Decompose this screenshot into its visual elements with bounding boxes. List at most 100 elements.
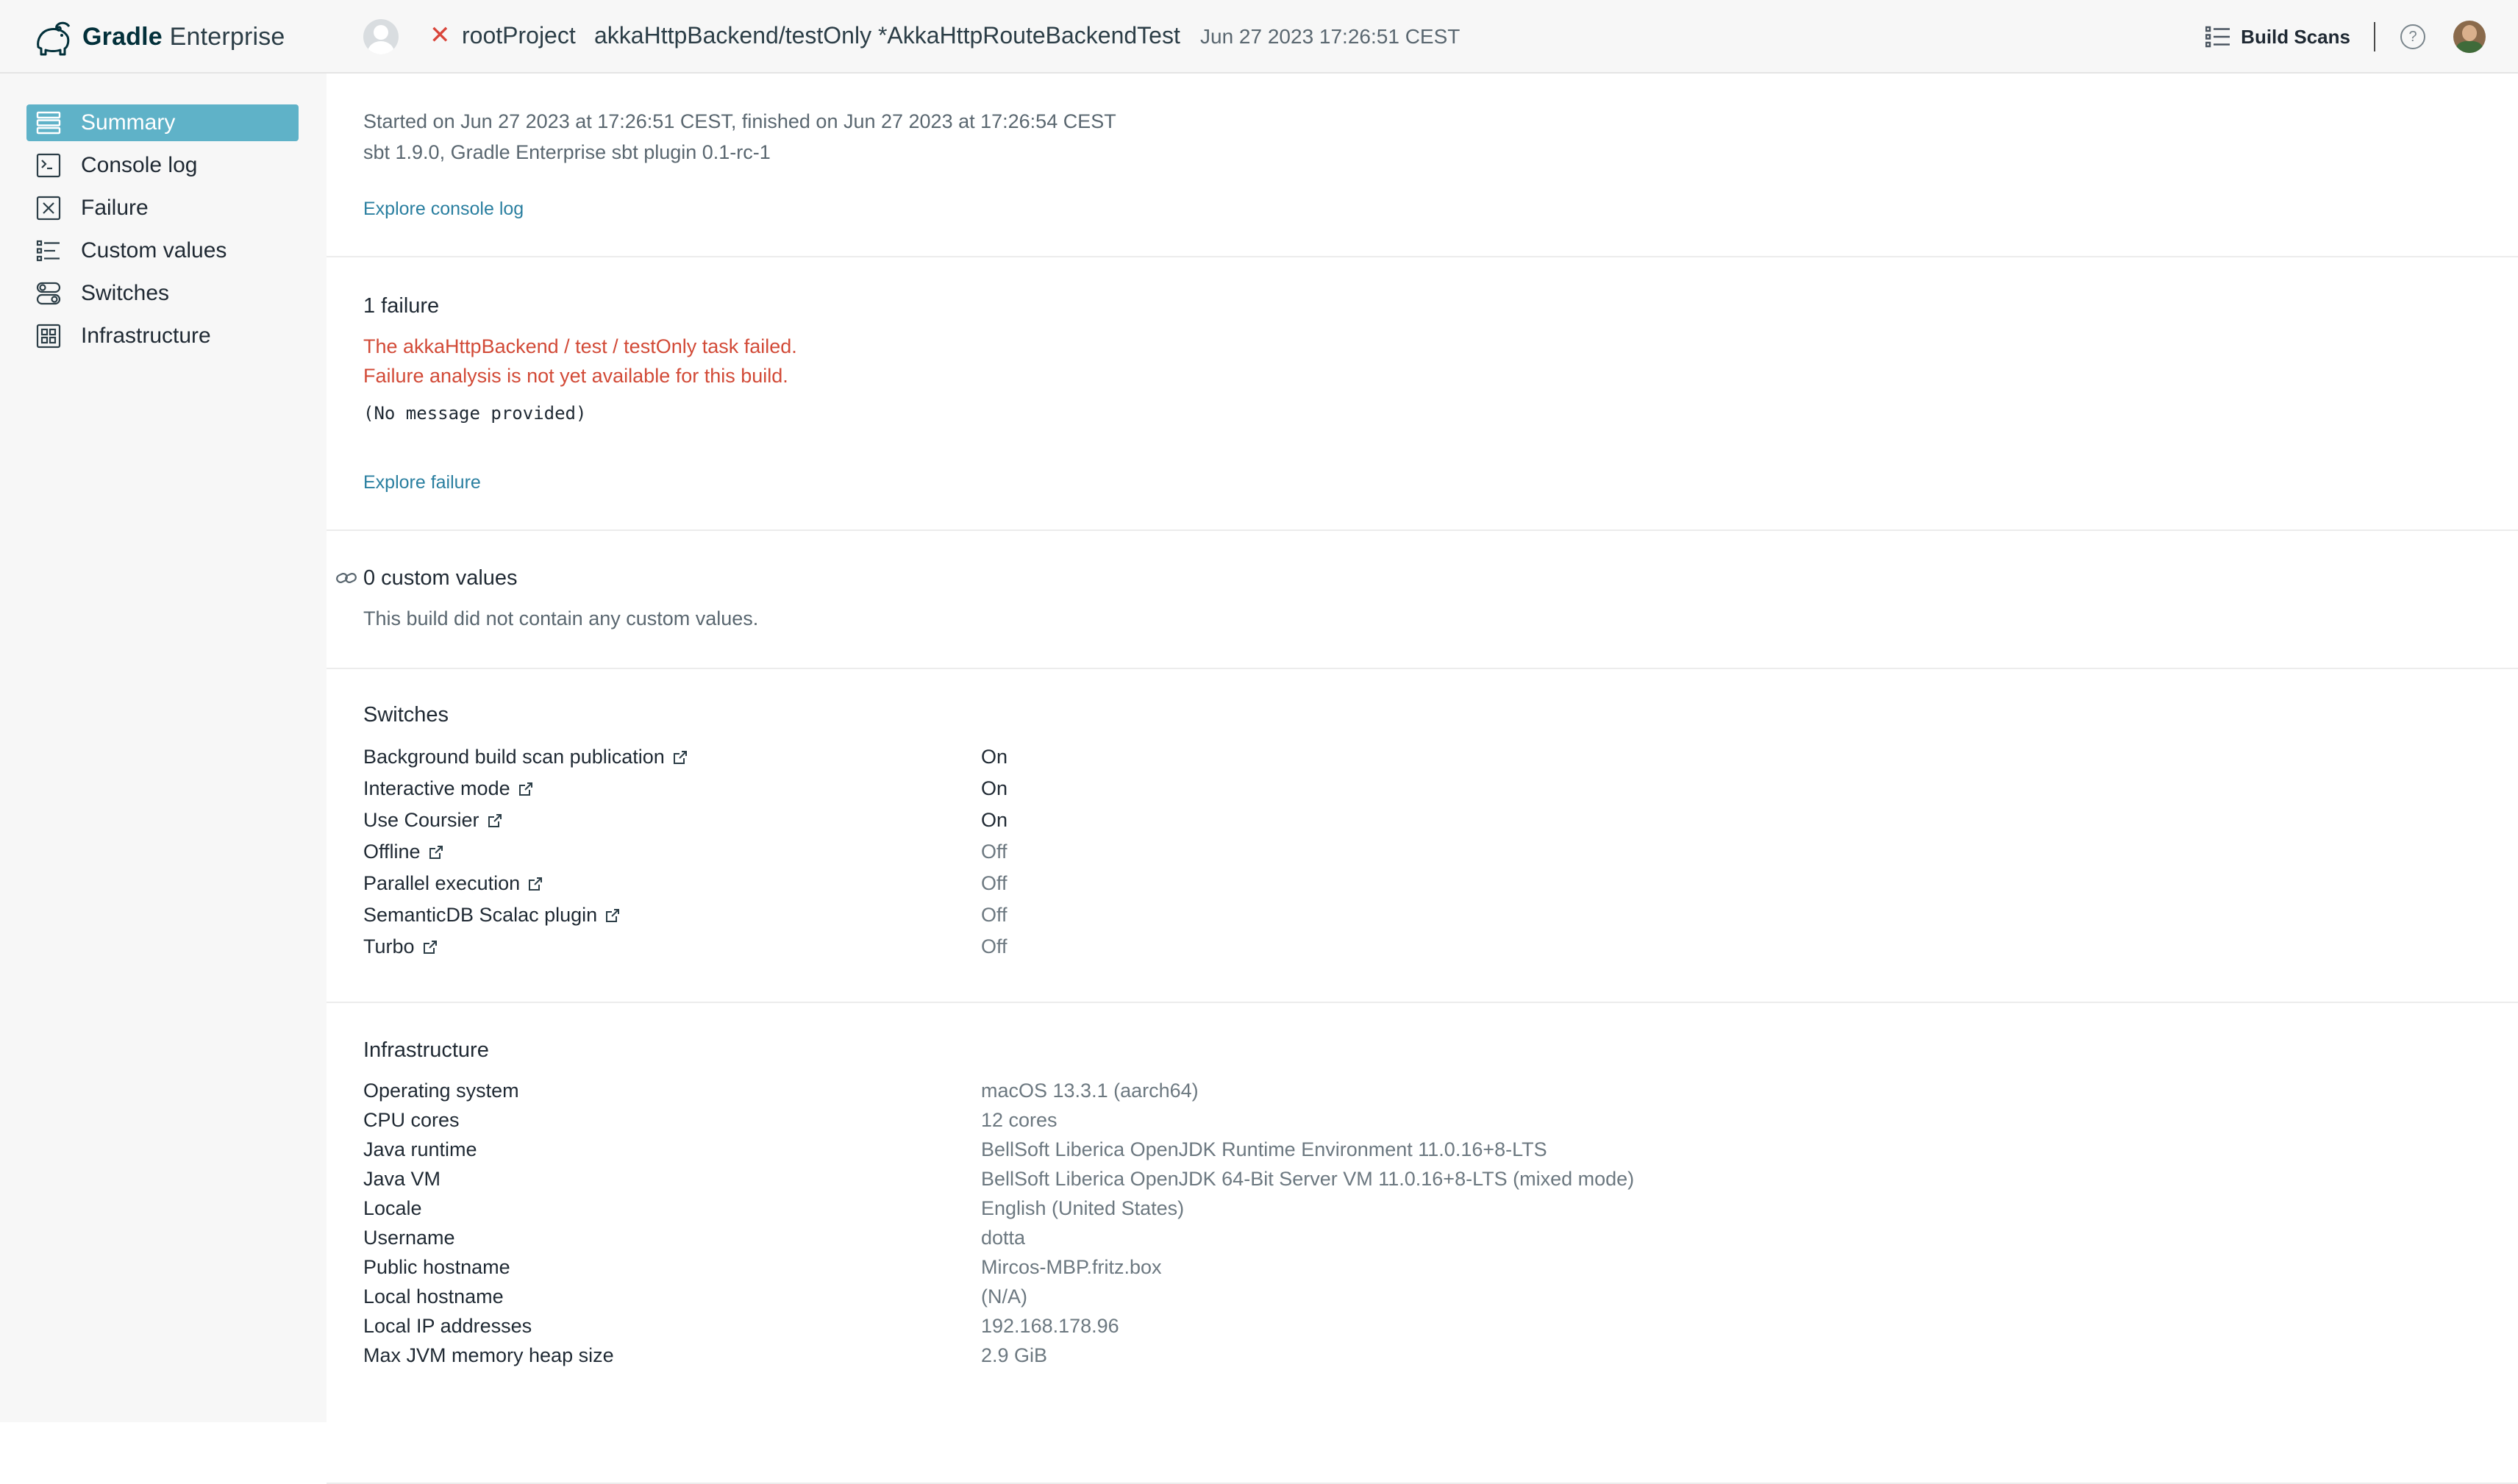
infrastructure-row: Operating system macOS 13.3.1 (aarch64) <box>363 1080 2496 1110</box>
switch-name[interactable]: Offline <box>363 841 444 863</box>
gradle-logo[interactable]: Gradle Enterprise <box>32 15 285 59</box>
elephant-logo-icon <box>37 21 71 56</box>
infrastructure-value: 192.168.178.96 <box>981 1315 1119 1337</box>
switch-value: Off <box>981 872 1007 894</box>
external-link-icon[interactable] <box>428 844 444 860</box>
logo-bold: Gradle <box>82 22 163 51</box>
infrastructure-value: (N/A) <box>981 1285 1027 1308</box>
infrastructure-value: BellSoft Liberica OpenJDK 64-Bit Server … <box>981 1168 1635 1190</box>
switch-row: Parallel execution Off <box>363 872 2496 903</box>
infrastructure-title: Infrastructure <box>363 1038 489 1062</box>
switch-row: Background build scan publication On <box>363 746 2496 777</box>
switch-value: On <box>981 746 1008 768</box>
custom-values-title: 0 custom values <box>363 566 518 590</box>
infrastructure-row: Max JVM memory heap size 2.9 GiB <box>363 1344 2496 1375</box>
external-link-icon[interactable] <box>487 813 503 829</box>
header-divider <box>2374 22 2375 51</box>
sidebar-item-label: Custom values <box>81 238 227 263</box>
external-link-icon[interactable] <box>604 907 621 924</box>
switch-name[interactable]: Background build scan publication <box>363 746 688 768</box>
list-icon <box>2205 26 2230 48</box>
infrastructure-value: dotta <box>981 1227 1026 1249</box>
switch-value: On <box>981 777 1008 799</box>
explore-failure-link[interactable]: Explore failure <box>363 472 481 493</box>
external-link-icon[interactable] <box>518 781 534 797</box>
build-scans-label: Build Scans <box>2241 25 2350 48</box>
infrastructure-key: Operating system <box>363 1080 519 1102</box>
switch-value: Off <box>981 904 1007 926</box>
sidebar-item-infrastructure[interactable]: Infrastructure <box>26 318 299 354</box>
switch-row: SemanticDB Scalac plugin Off <box>363 904 2496 935</box>
infrastructure-row: Java VM BellSoft Liberica OpenJDK 64-Bit … <box>363 1168 2496 1199</box>
switch-value: Off <box>981 935 1007 957</box>
logo-light: Enterprise <box>169 22 285 51</box>
switch-row: Use Coursier On <box>363 809 2496 840</box>
sidebar-item-label: Summary <box>81 110 176 135</box>
user-avatar[interactable] <box>2453 21 2486 53</box>
infrastructure-value: macOS 13.3.1 (aarch64) <box>981 1080 1199 1102</box>
switch-name[interactable]: Use Coursier <box>363 809 503 832</box>
project-avatar <box>363 19 399 54</box>
build-scans-link[interactable]: Build Scans <box>2205 26 2350 49</box>
anchor-link-icon[interactable] <box>335 571 357 585</box>
switch-label: SemanticDB Scalac plugin <box>363 904 598 926</box>
infrastructure-row: Local IP addresses 192.168.178.96 <box>363 1315 2496 1346</box>
infrastructure-key: CPU cores <box>363 1109 460 1131</box>
switch-name[interactable]: Parallel execution <box>363 872 543 895</box>
infrastructure-value: BellSoft Liberica OpenJDK Runtime Enviro… <box>981 1138 1547 1160</box>
custom-values-empty-text: This build did not contain any custom va… <box>363 607 759 629</box>
switch-label: Offline <box>363 841 421 863</box>
switches-section: Switches Background build scan publicati… <box>327 669 2518 1003</box>
project-name: rootProject <box>462 22 576 49</box>
build-timing: Started on Jun 27 2023 at 17:26:51 CEST,… <box>363 110 1116 132</box>
switch-row: Offline Off <box>363 841 2496 871</box>
switch-name[interactable]: Interactive mode <box>363 777 534 800</box>
switches-icon <box>35 280 62 307</box>
failure-title: 1 failure <box>363 294 440 318</box>
switches-title: Switches <box>363 703 449 727</box>
failure-message-line2: Failure analysis is not yet available fo… <box>363 365 788 387</box>
failure-icon <box>35 195 62 221</box>
switch-value: On <box>981 809 1008 831</box>
infrastructure-key: Local hostname <box>363 1285 504 1308</box>
infrastructure-key: Max JVM memory heap size <box>363 1344 614 1366</box>
help-icon[interactable]: ? <box>2400 24 2425 49</box>
custom-values-section: 0 custom values This build did not conta… <box>327 531 2518 669</box>
console-icon <box>35 152 62 179</box>
build-date: Jun 27 2023 17:26:51 CEST <box>1200 25 1460 48</box>
external-link-icon[interactable] <box>672 749 688 766</box>
infrastructure-key: Java runtime <box>363 1138 477 1160</box>
failure-detail: (No message provided) <box>363 403 587 424</box>
explore-console-log-link[interactable]: Explore console log <box>363 199 524 220</box>
failure-message-line1: The akkaHttpBackend / test / testOnly ta… <box>363 335 797 357</box>
sidebar-item-summary[interactable]: Summary <box>26 104 299 141</box>
switch-row: Interactive mode On <box>363 777 2496 808</box>
build-failed-x-icon: ✕ <box>429 21 451 49</box>
switch-label: Turbo <box>363 935 415 957</box>
infrastructure-row: Java runtime BellSoft Liberica OpenJDK Ru… <box>363 1138 2496 1169</box>
infrastructure-section: Infrastructure Operating system macOS 13.… <box>327 1003 2518 1484</box>
sidebar-item-console-log[interactable]: Console log <box>26 147 299 184</box>
switch-value: Off <box>981 841 1007 863</box>
sidebar-item-label: Console log <box>81 153 198 177</box>
sidebar-item-switches[interactable]: Switches <box>26 275 299 312</box>
summary-icon <box>35 110 62 136</box>
sidebar-item-label: Infrastructure <box>81 324 211 348</box>
sidebar: Summary Console log Failure Custom value… <box>0 74 327 1422</box>
infrastructure-value: 12 cores <box>981 1109 1058 1131</box>
infrastructure-icon <box>35 323 62 349</box>
external-link-icon[interactable] <box>527 876 543 892</box>
build-tooling: sbt 1.9.0, Gradle Enterprise sbt plugin … <box>363 141 771 163</box>
infrastructure-row: Local hostname (N/A) <box>363 1285 2496 1316</box>
switch-name[interactable]: SemanticDB Scalac plugin <box>363 904 621 927</box>
failure-section: 1 failure The akkaHttpBackend / test / t… <box>327 257 2518 531</box>
sidebar-item-failure[interactable]: Failure <box>26 190 299 226</box>
infrastructure-key: Java VM <box>363 1168 441 1190</box>
sidebar-item-custom-values[interactable]: Custom values <box>26 232 299 269</box>
switch-name[interactable]: Turbo <box>363 935 438 958</box>
switch-label: Parallel execution <box>363 872 521 894</box>
infrastructure-value: 2.9 GiB <box>981 1344 1048 1366</box>
switch-row: Turbo Off <box>363 935 2496 966</box>
external-link-icon[interactable] <box>422 939 438 955</box>
sidebar-item-label: Failure <box>81 196 149 220</box>
